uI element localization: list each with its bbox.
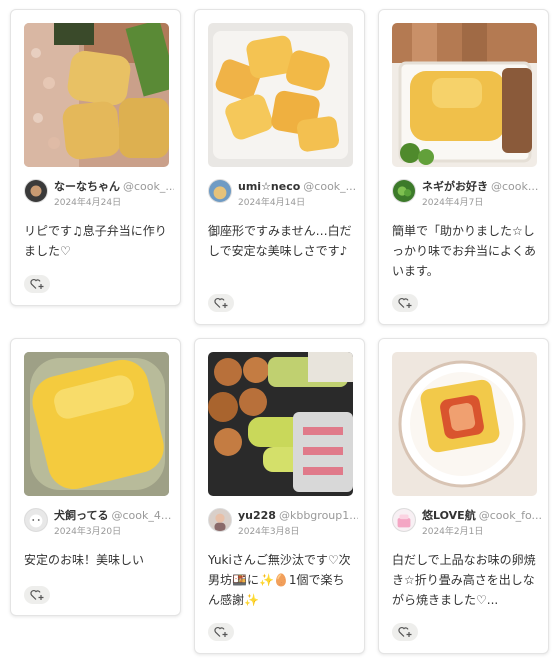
author-info: なーなちゃん @cook_... 2024年4月24日 [24,179,174,211]
user-name[interactable]: umi☆neco [238,180,300,193]
like-button[interactable] [392,294,418,312]
dish-photo[interactable] [24,352,169,496]
user-id: @kbbgroup1... [278,509,358,522]
user-id: @cook_fo... [478,509,542,522]
dish-photo[interactable] [392,352,537,496]
tsukurepo-card[interactable]: yu228 @kbbgroup1... 2024年3月8日 Yukiさんご無沙汰で… [194,338,365,654]
heart-plus-icon [398,626,412,637]
user-id: @cook_... [123,180,174,193]
comment-text: 簡単で「助かりました☆しっかり味でお弁当によくあいます。 [392,224,537,278]
comment-text: 安定のお味！美味しい [24,553,145,567]
tsukurepo-card[interactable]: ネギがお好き @cook... 2024年4月7日 簡単で「助かりました☆しっかり… [378,9,549,325]
dish-photo[interactable] [392,23,537,167]
comment-text: Yukiさんご無沙汰です♡次男坊🍱に✨🥚1個で楽ちん感謝✨ [208,553,351,607]
post-date: 2024年3月20日 [54,527,122,537]
author-info: ネギがお好き @cook... 2024年4月7日 [392,179,542,211]
author-info: 悠LOVE航 @cook_fo... 2024年2月1日 [392,508,542,540]
user-avatar[interactable] [208,508,232,532]
heart-plus-icon [214,626,228,637]
post-date: 2024年2月1日 [422,527,484,537]
like-button[interactable] [208,623,234,641]
post-date: 2024年4月24日 [54,198,122,208]
like-button[interactable] [24,275,50,293]
user-id: @cook_4... [111,509,172,522]
like-button[interactable] [392,623,418,641]
heart-plus-icon [30,589,44,600]
author-info: umi☆neco @cook_... 2024年4月14日 [208,179,358,211]
user-avatar[interactable] [392,508,416,532]
user-name[interactable]: 犬飼ってる [54,509,108,522]
user-name[interactable]: なーなちゃん [54,180,120,193]
heart-plus-icon [398,297,412,308]
like-button[interactable] [24,586,50,604]
comment-text: 御座形ですみません…白だしで安定な美味しさです♪ [208,224,352,258]
dish-photo[interactable] [208,23,353,167]
user-name[interactable]: 悠LOVE航 [422,509,476,522]
user-name[interactable]: ネギがお好き [422,180,488,193]
post-date: 2024年4月14日 [238,198,306,208]
user-name[interactable]: yu228 [238,509,276,522]
user-id: @cook... [491,180,539,193]
dish-photo[interactable] [24,23,169,167]
user-avatar[interactable] [208,179,232,203]
user-id: @cook_... [303,180,357,193]
tsukurepo-card[interactable]: umi☆neco @cook_... 2024年4月14日 御座形ですみません…白… [194,9,365,325]
dish-photo[interactable] [208,352,353,496]
comment-text: リピです♫息子弁当に作りました♡ [24,224,167,258]
tsukurepo-card[interactable]: 悠LOVE航 @cook_fo... 2024年2月1日 白だしで上品なお味の卵焼… [378,338,549,654]
tsukurepo-card[interactable]: なーなちゃん @cook_... 2024年4月24日 リピです♫息子弁当に作りま… [10,9,181,306]
author-info: 犬飼ってる @cook_4... 2024年3月20日 [24,508,174,540]
user-avatar[interactable] [24,179,48,203]
tsukurepo-card[interactable]: 犬飼ってる @cook_4... 2024年3月20日 安定のお味！美味しい [10,338,181,616]
user-avatar[interactable] [392,179,416,203]
comment-text: 白だしで上品なお味の卵焼き☆折り畳み高さを出しながら焼きました♡... [392,553,536,607]
heart-plus-icon [30,278,44,289]
heart-plus-icon [214,297,228,308]
post-date: 2024年3月8日 [238,527,300,537]
author-info: yu228 @kbbgroup1... 2024年3月8日 [208,508,358,540]
like-button[interactable] [208,294,234,312]
post-date: 2024年4月7日 [422,198,484,208]
user-avatar[interactable] [24,508,48,532]
